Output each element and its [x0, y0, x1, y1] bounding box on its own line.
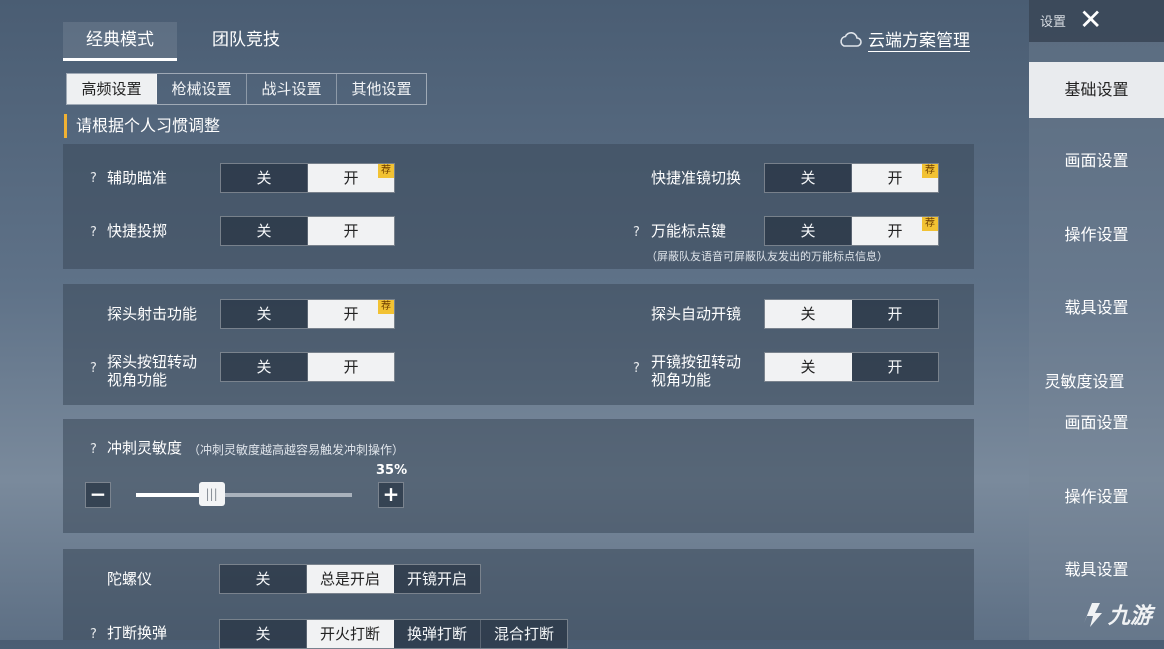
peek-fire-toggle: 关 开荐 — [220, 299, 395, 329]
watermark-logo: 九游 — [1078, 598, 1152, 630]
gyro-selector: 关 总是开启 开镜开启 — [219, 564, 481, 594]
section-hint: 请根据个人习惯调整 — [64, 114, 220, 138]
sprint-decrease-button[interactable]: − — [85, 482, 111, 508]
peek-fire-off[interactable]: 关 — [221, 300, 308, 328]
sprint-sensitivity-value: 35% — [376, 463, 408, 478]
scope-switch-on[interactable]: 开荐 — [852, 164, 938, 192]
gyro-option-off[interactable]: 关 — [220, 565, 307, 593]
sprint-increase-button[interactable]: + — [378, 482, 404, 508]
option-label: 开 — [887, 222, 903, 240]
watermark-text: 九游 — [1108, 604, 1153, 629]
quick-throw-label: 快捷投掷 — [107, 222, 168, 240]
option-label: 开 — [887, 169, 903, 187]
help-icon[interactable]: ? — [633, 225, 640, 240]
sidebar-item-basic[interactable]: 基础设置 — [1029, 62, 1164, 118]
aim-assist-on[interactable]: 开荐 — [308, 164, 394, 192]
aim-assist-label: 辅助瞄准 — [107, 169, 168, 187]
settings-title: 设置 — [1040, 15, 1067, 30]
help-icon[interactable]: ? — [633, 361, 640, 376]
gyro-option-scope[interactable]: 开镜开启 — [394, 565, 480, 593]
quick-throw-off[interactable]: 关 — [221, 217, 308, 245]
sidebar-item-display-2[interactable]: 画面设置 — [1029, 413, 1164, 433]
universal-mark-on[interactable]: 开荐 — [852, 217, 938, 245]
scope-switch-toggle: 关 开荐 — [764, 163, 939, 193]
aim-assist-off[interactable]: 关 — [221, 164, 308, 192]
settings-sidebar: 设置 ✕ 基础设置 画面设置 操作设置 载具设置 灵敏度设置 画面设置 操作设置… — [1029, 0, 1164, 640]
universal-mark-label: 万能标点键 — [651, 222, 727, 240]
sidebar-item-sensitivity[interactable]: 灵敏度设置 — [1017, 372, 1152, 392]
scope-rotate-off[interactable]: 关 — [765, 353, 852, 381]
sidebar-item-vehicle-2[interactable]: 载具设置 — [1029, 560, 1164, 580]
universal-mark-note: （屏蔽队友语音可屏蔽队友发出的万能标点信息） — [646, 250, 888, 263]
tab-team-deathmatch[interactable]: 团队竞技 — [190, 22, 302, 58]
help-icon[interactable]: ? — [90, 361, 97, 376]
sidebar-item-controls-2[interactable]: 操作设置 — [1029, 487, 1164, 507]
sub-tab-bar: 高频设置 枪械设置 战斗设置 其他设置 — [66, 73, 427, 105]
aim-assist-toggle: 关 开荐 — [220, 163, 395, 193]
reload-option-fire[interactable]: 开火打断 — [307, 620, 394, 648]
option-label: 开 — [343, 169, 359, 187]
scope-rotate-label: 开镜按钮转动 视角功能 — [651, 353, 741, 389]
recommend-badge: 荐 — [922, 217, 938, 231]
sprint-sensitivity-note: （冲刺灵敏度越高越容易触发冲刺操作） — [188, 443, 405, 457]
peek-rotate-label-line2: 视角功能 — [107, 371, 168, 389]
close-icon[interactable]: ✕ — [1079, 4, 1102, 36]
help-icon[interactable]: ? — [90, 171, 97, 186]
help-icon[interactable]: ? — [90, 442, 97, 457]
scope-rotate-label-line2: 视角功能 — [651, 371, 712, 389]
scope-rotate-label-line1: 开镜按钮转动 — [651, 353, 742, 371]
peek-fire-label: 探头射击功能 — [107, 305, 198, 323]
universal-mark-toggle: 关 开荐 — [764, 216, 939, 246]
peek-rotate-label: 探头按钮转动 视角功能 — [107, 353, 197, 389]
recommend-badge: 荐 — [378, 164, 394, 178]
sidebar-item-controls[interactable]: 操作设置 — [1029, 225, 1164, 245]
peek-auto-scope-on[interactable]: 开 — [852, 300, 938, 328]
universal-mark-off[interactable]: 关 — [765, 217, 852, 245]
gyro-option-always[interactable]: 总是开启 — [307, 565, 394, 593]
reload-option-mixed[interactable]: 混合打断 — [481, 620, 567, 648]
scope-switch-off[interactable]: 关 — [765, 164, 852, 192]
reload-interrupt-label: 打断换弹 — [107, 624, 168, 642]
quick-throw-toggle: 关 开 — [220, 216, 395, 246]
peek-auto-scope-toggle: 关 开 — [764, 299, 939, 329]
peek-rotate-label-line1: 探头按钮转动 — [107, 353, 198, 371]
panel-sprint-sensitivity — [63, 419, 974, 533]
subtab-frequent[interactable]: 高频设置 — [67, 74, 157, 104]
tab-classic-mode[interactable]: 经典模式 — [63, 22, 177, 61]
sprint-slider-thumb[interactable]: ||| — [198, 482, 225, 506]
option-label: 开 — [343, 305, 359, 323]
peek-rotate-toggle: 关 开 — [220, 352, 395, 382]
quick-throw-on[interactable]: 开 — [308, 217, 394, 245]
help-icon[interactable]: ? — [90, 225, 97, 240]
peek-auto-scope-label: 探头自动开镜 — [651, 305, 742, 323]
sprint-slider-track[interactable]: ||| — [136, 482, 352, 506]
sprint-sensitivity-label: 冲刺灵敏度 — [107, 439, 183, 457]
subtab-other[interactable]: 其他设置 — [337, 74, 426, 104]
recommend-badge: 荐 — [378, 300, 394, 314]
reload-interrupt-selector: 关 开火打断 换弹打断 混合打断 — [219, 619, 568, 649]
recommend-badge: 荐 — [922, 164, 938, 178]
sidebar-item-display[interactable]: 画面设置 — [1029, 151, 1164, 171]
cloud-icon — [840, 32, 862, 47]
scope-rotate-on[interactable]: 开 — [852, 353, 938, 381]
peek-auto-scope-off[interactable]: 关 — [765, 300, 852, 328]
cloud-plan-label: 云端方案管理 — [868, 26, 970, 52]
sidebar-item-vehicle[interactable]: 载具设置 — [1029, 298, 1164, 318]
brand-logo-icon — [1084, 603, 1102, 627]
scope-switch-label: 快捷准镜切换 — [651, 169, 742, 187]
reload-option-reload[interactable]: 换弹打断 — [394, 620, 481, 648]
gyro-label: 陀螺仪 — [107, 570, 153, 588]
subtab-combat[interactable]: 战斗设置 — [247, 74, 337, 104]
peek-fire-on[interactable]: 开荐 — [308, 300, 394, 328]
subtab-weapon[interactable]: 枪械设置 — [157, 74, 247, 104]
reload-option-off[interactable]: 关 — [220, 620, 307, 648]
cloud-plan-management-link[interactable]: 云端方案管理 — [838, 26, 970, 52]
scope-rotate-toggle: 关 开 — [764, 352, 939, 382]
peek-rotate-on[interactable]: 开 — [308, 353, 394, 381]
peek-rotate-off[interactable]: 关 — [221, 353, 308, 381]
